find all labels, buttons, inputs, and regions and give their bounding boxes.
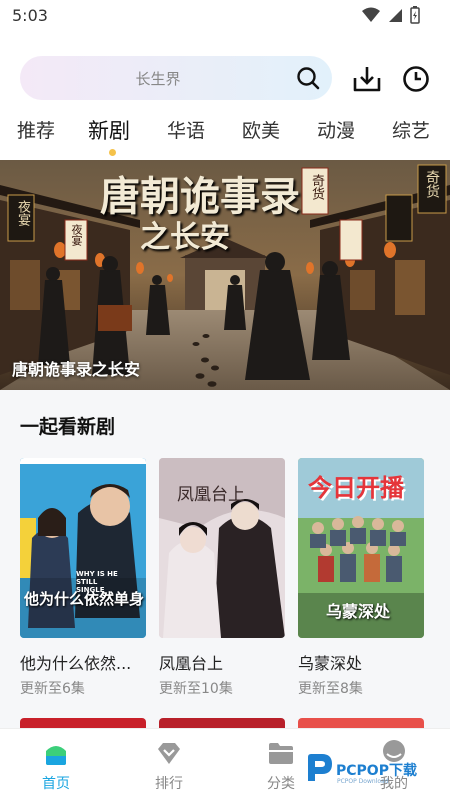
signal-icon (389, 9, 402, 22)
watermark-text: PCPOP下载 (336, 763, 417, 779)
drama-poster: WHY IS HE STILL SINGLE 他为什么依然单身 (20, 458, 146, 638)
header: 长生界 (0, 52, 450, 104)
tab-variety[interactable]: 综艺 (392, 116, 430, 143)
search-input[interactable]: 长生界 (20, 56, 332, 100)
pcpop-logo-icon (308, 754, 332, 781)
drama-card[interactable]: 今日开播 乌蒙深处 乌蒙深处 更新至8集 (298, 458, 424, 697)
banner-sign-left-2: 夜宴 (70, 224, 83, 246)
watermark: PCPOP下载 PCPOP Download (300, 748, 450, 788)
search-icon[interactable] (296, 66, 320, 90)
banner-sign-left: 夜宴 (15, 200, 30, 226)
nav-home[interactable]: 首页 (6, 729, 106, 800)
tab-chinese[interactable]: 华语 (167, 116, 205, 143)
tab-new-drama[interactable]: 新剧 (88, 115, 130, 145)
search-placeholder: 长生界 (135, 70, 181, 88)
drama-episode-status: 更新至10集 (159, 681, 233, 697)
drama-card[interactable]: 凤凰台上 凤凰台上 更新至10集 (159, 458, 285, 697)
nav-label: 首页 (42, 776, 70, 792)
tab-western[interactable]: 欧美 (242, 116, 280, 143)
poster-cn-text: 他为什么依然单身 (24, 590, 145, 608)
poster-cn-text: 乌蒙深处 (326, 602, 391, 621)
drama-poster: 凤凰台上 (159, 458, 285, 638)
drama-episode-status: 更新至8集 (298, 681, 363, 697)
wifi-icon (362, 7, 380, 22)
poster-cn-text: 凤凰台上 (177, 485, 245, 505)
tab-recommend[interactable]: 推荐 (17, 116, 55, 143)
drama-card[interactable]: WHY IS HE STILL SINGLE 他为什么依然单身 他为什么依然..… (20, 458, 146, 697)
nav-label: 排行 (155, 776, 183, 792)
ranking-icon (158, 743, 180, 764)
battery-icon (410, 6, 420, 24)
banner-sign-right: 奇货 (309, 174, 324, 200)
active-tab-indicator (109, 149, 116, 156)
section-title: 一起看新剧 (20, 416, 116, 438)
history-icon[interactable] (401, 64, 431, 94)
banner-sign-right-2: 奇货 (424, 170, 440, 198)
nav-ranking[interactable]: 排行 (119, 729, 219, 800)
tab-anime[interactable]: 动漫 (317, 116, 355, 143)
category-tabs: 推荐 新剧 华语 欧美 动漫 综艺 (0, 112, 450, 158)
home-icon (46, 746, 66, 765)
status-bar: 5:03 (0, 0, 450, 32)
drama-title: 他为什么依然... (20, 654, 132, 673)
system-icons (362, 6, 420, 24)
drama-title: 乌蒙深处 (298, 654, 363, 673)
category-icon (269, 743, 293, 764)
drama-poster: 今日开播 乌蒙深处 (298, 458, 424, 638)
status-time: 5:03 (12, 6, 48, 25)
drama-title: 凤凰台上 (159, 654, 224, 673)
banner-poster-title: 唐朝诡事录 之长安 (100, 173, 300, 256)
banner-caption: 唐朝诡事录之长安 (12, 360, 141, 379)
drama-card-peek (20, 718, 146, 728)
drama-card-peek (159, 718, 285, 728)
poster-headline-text: 今日开播 (308, 474, 404, 502)
featured-banner[interactable]: 唐朝诡事录 之长安 夜宴 夜宴 奇货 奇货 唐朝诡事录之长安 (0, 160, 450, 390)
drama-card-peek (298, 718, 424, 728)
download-icon[interactable] (352, 64, 382, 94)
watermark-small-text: PCPOP Download (337, 778, 389, 785)
drama-episode-status: 更新至6集 (20, 681, 85, 697)
poster-art (20, 458, 146, 638)
